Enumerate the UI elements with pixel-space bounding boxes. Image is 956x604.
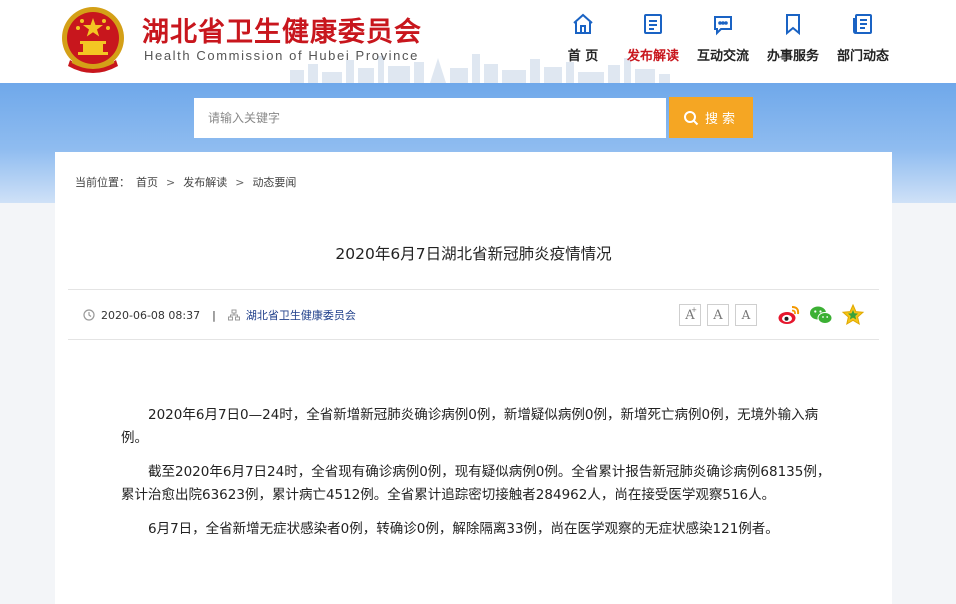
org-chart-icon [227, 309, 240, 321]
breadcrumb: 当前位置： 首页 > 发布解读 > 动态要闻 [75, 174, 296, 190]
divider [68, 289, 879, 290]
search-button[interactable]: 搜索 [669, 97, 753, 138]
nav-item-service[interactable]: 办事服务 [758, 8, 828, 68]
nav-item-home[interactable]: 首 页 [548, 8, 618, 68]
article-paragraph: 截至2020年6月7日24时，全省现有确诊病例0例，现有疑似病例0例。全省累计报… [121, 464, 831, 503]
article-meta: 2020-06-08 08:37 | 湖北省卫生健康委员会 [83, 307, 356, 323]
share-weibo-button[interactable] [777, 303, 801, 327]
bookmark-icon [786, 14, 800, 36]
article-paragraph: 2020年6月7日0—24时，全省新增新冠肺炎确诊病例0例，新增疑似病例0例，新… [121, 407, 819, 446]
search-input[interactable] [194, 98, 666, 138]
nav-label-department: 部门动态 [836, 49, 889, 64]
national-emblem-logo [62, 7, 124, 73]
clock-icon [83, 309, 95, 321]
font-size-small-button[interactable]: A [735, 304, 757, 326]
breadcrumb-separator: > [235, 175, 245, 189]
star-icon [841, 303, 865, 326]
nav-item-interact[interactable]: 互动交流 [688, 8, 758, 68]
font-small-label: A [741, 308, 751, 322]
nav-label-service: 办事服务 [766, 49, 819, 64]
breadcrumb-separator: > [166, 175, 176, 189]
document-icon [644, 14, 662, 34]
font-size-large-button[interactable]: A + [679, 304, 701, 326]
font-medium-label: A [713, 307, 723, 323]
article-card: 当前位置： 首页 > 发布解读 > 动态要闻 2020年6月7日湖北省新冠肺炎疫… [55, 152, 892, 604]
font-large-sup: + [691, 306, 697, 314]
chat-icon [714, 16, 732, 36]
article-tools: A + A A [679, 303, 865, 327]
favorite-button[interactable] [841, 303, 865, 327]
wechat-icon [810, 306, 833, 324]
search-button-label: 搜索 [704, 112, 739, 127]
font-size-medium-button[interactable]: A [707, 304, 729, 326]
nav-item-department[interactable]: 部门动态 [828, 8, 898, 68]
site-header: 湖北省卫生健康委员会 Health Commission of Hubei Pr… [0, 0, 956, 83]
news-icon [853, 14, 872, 34]
nav-label-home: 首 页 [567, 49, 599, 64]
share-wechat-button[interactable] [809, 303, 833, 327]
main-nav: 首 页 发布解读 互动交流 办事服务 部门动态 [548, 8, 898, 68]
weibo-icon [778, 306, 800, 324]
nav-label-interact: 互动交流 [696, 49, 749, 64]
breadcrumb-home[interactable]: 首页 [136, 174, 158, 190]
article-datetime: 2020-06-08 08:37 [101, 308, 201, 322]
breadcrumb-news[interactable]: 动态要闻 [252, 174, 296, 190]
site-title: 湖北省卫生健康委员会 [142, 17, 422, 48]
article-title: 2020年6月7日湖北省新冠肺炎疫情情况 [335, 245, 612, 263]
divider [68, 339, 879, 340]
home-icon [573, 13, 593, 34]
article-body: 2020年6月7日0—24时，全省新增新冠肺炎确诊病例0例，新增疑似病例0例，新… [121, 404, 831, 552]
article-paragraph: 6月7日，全省新增无症状感染者0例，转确诊0例，解除隔离33例，尚在医学观察的无… [148, 521, 779, 537]
site-subtitle: Health Commission of Hubei Province [144, 48, 419, 63]
nav-item-publish[interactable]: 发布解读 [618, 8, 688, 68]
breadcrumb-publish[interactable]: 发布解读 [183, 174, 227, 190]
meta-separator: | [212, 308, 216, 322]
nav-label-publish: 发布解读 [626, 49, 679, 64]
search-icon [683, 110, 699, 125]
article-source: 湖北省卫生健康委员会 [245, 309, 356, 322]
breadcrumb-prefix: 当前位置： [75, 176, 130, 189]
